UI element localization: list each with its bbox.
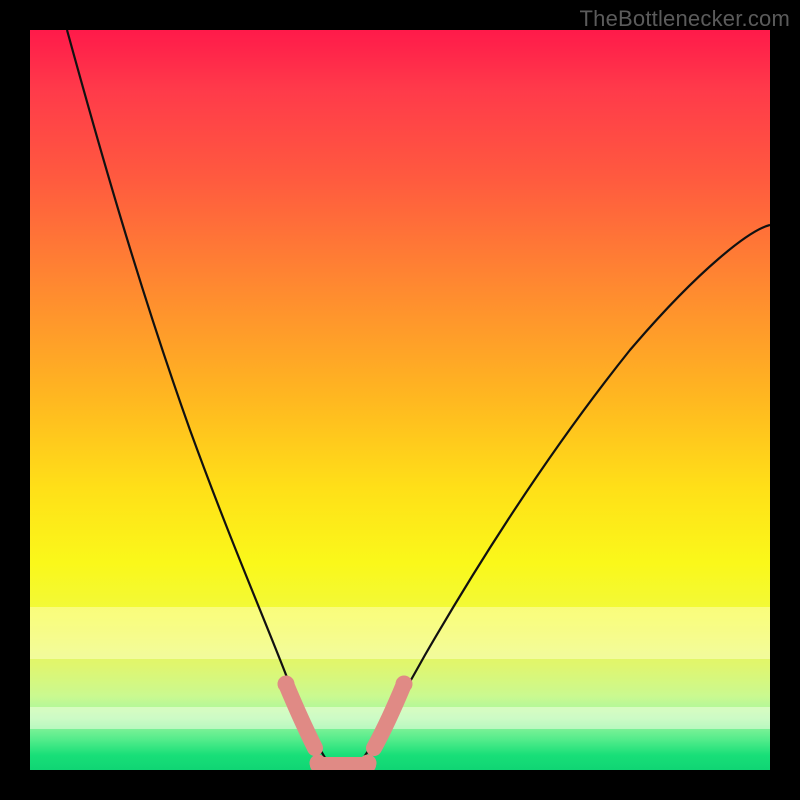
curve-layer (30, 30, 770, 770)
marker-dot-left-bot (310, 755, 326, 770)
watermark-text: TheBottlenecker.com (580, 6, 790, 32)
marker-dot-left-top (278, 676, 294, 692)
marker-dot-right-bot (360, 755, 376, 770)
right-curve (356, 225, 770, 768)
marker-right-segment (374, 684, 404, 748)
marker-dot-right-top (396, 676, 412, 692)
plot-area (30, 30, 770, 770)
left-curve (67, 30, 332, 768)
marker-left-segment (286, 684, 315, 748)
chart-container: TheBottlenecker.com (0, 0, 800, 800)
